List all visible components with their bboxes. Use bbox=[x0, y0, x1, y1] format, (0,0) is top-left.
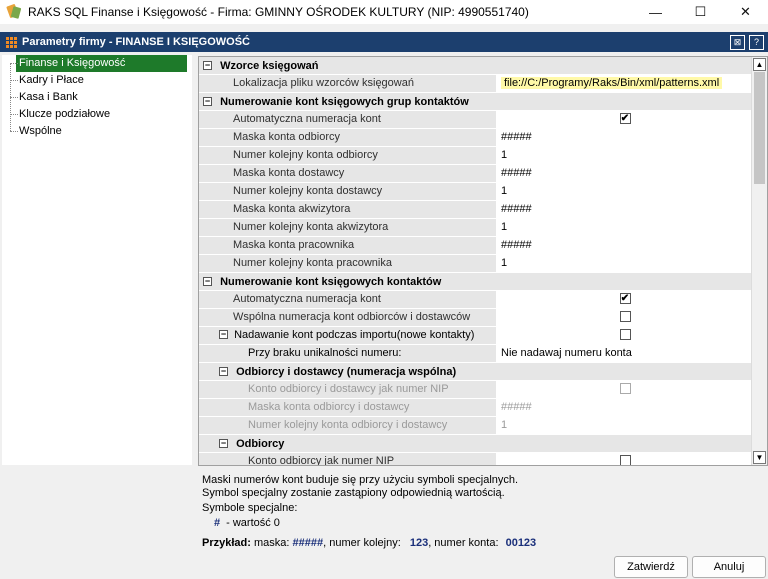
category-wzorce[interactable]: − Wzorce księgowań bbox=[199, 57, 753, 75]
property-row: Maska konta odbiorcy i dostawcy ##### bbox=[199, 399, 753, 417]
collapse-icon[interactable]: − bbox=[203, 60, 212, 70]
checkbox-disabled bbox=[619, 382, 631, 394]
tree-item-klucze[interactable]: Klucze podziałowe bbox=[2, 106, 192, 123]
property-row[interactable]: Numer kolejny konta dostawcy 1 bbox=[199, 183, 753, 201]
property-row[interactable]: Maska konta pracownika ##### bbox=[199, 237, 753, 255]
checkbox-unchecked[interactable] bbox=[619, 328, 631, 340]
category-numerowanie-grup[interactable]: − Numerowanie kont księgowych grup konta… bbox=[199, 93, 753, 111]
calculator-icon[interactable]: ⊠ bbox=[730, 34, 745, 50]
collapse-icon[interactable]: − bbox=[203, 96, 212, 106]
mask-example: Przykład: maska: #####, numer kolejny: 1… bbox=[202, 537, 537, 549]
property-row[interactable]: Wspólna numeracja kont odbiorców i dosta… bbox=[199, 309, 753, 327]
subcategory-odbiorcy-dostawcy[interactable]: − Odbiorcy i dostawcy (numeracja wspólna… bbox=[199, 363, 753, 381]
collapse-icon[interactable]: − bbox=[219, 329, 228, 339]
app-logo-icon bbox=[6, 3, 22, 20]
collapse-icon[interactable]: − bbox=[219, 438, 228, 448]
category-numerowanie-kontaktow[interactable]: − Numerowanie kont księgowych kontaktów bbox=[199, 273, 753, 291]
confirm-button[interactable]: Zatwierdź bbox=[614, 556, 688, 578]
collapse-icon[interactable]: − bbox=[219, 366, 228, 376]
property-row[interactable]: Maska konta dostawcy ##### bbox=[199, 165, 753, 183]
vertical-scrollbar[interactable]: ▲ ▼ bbox=[751, 57, 767, 465]
property-row[interactable]: Automatyczna numeracja kont ✔ bbox=[199, 291, 753, 309]
patterns-path-value: file://C:/Programy/Raks/Bin/xml/patterns… bbox=[501, 77, 723, 89]
symbol-legend: # - wartość 0 bbox=[214, 517, 280, 529]
help-icon[interactable]: ? bbox=[749, 34, 764, 50]
property-row: Numer kolejny konta odbiorcy i dostawcy … bbox=[199, 417, 753, 435]
collapse-icon[interactable]: − bbox=[203, 276, 212, 286]
grid-icon bbox=[6, 36, 17, 48]
property-grid: − Wzorce księgowań Lokalizacja pliku wzo… bbox=[198, 56, 768, 466]
property-row[interactable]: Maska konta akwizytora ##### bbox=[199, 201, 753, 219]
property-row[interactable]: Numer kolejny konta pracownika 1 bbox=[199, 255, 753, 273]
checkbox-unchecked[interactable] bbox=[619, 310, 631, 322]
scroll-up-icon[interactable]: ▲ bbox=[753, 58, 766, 71]
window-title: RAKS SQL Finanse i Księgowość - Firma: G… bbox=[28, 5, 529, 19]
property-row[interactable]: Konto odbiorcy jak numer NIP bbox=[199, 453, 753, 465]
dialog-title: Parametry firmy - FINANSE I KSIĘGOWOŚĆ bbox=[22, 36, 250, 48]
property-row[interactable]: Lokalizacja pliku wzorców księgowań file… bbox=[199, 75, 753, 93]
tree-item-finanse[interactable]: Finanse i Księgowość bbox=[2, 55, 192, 72]
scroll-down-icon[interactable]: ▼ bbox=[753, 451, 766, 464]
checkbox-unchecked[interactable] bbox=[619, 454, 631, 465]
tree-item-kadry[interactable]: Kadry i Płace bbox=[2, 72, 192, 89]
cancel-button[interactable]: Anuluj bbox=[692, 556, 766, 578]
close-button[interactable]: ✕ bbox=[723, 0, 768, 24]
minimize-button[interactable]: — bbox=[633, 0, 678, 24]
property-row: Konto odbiorcy i dostawcy jak numer NIP bbox=[199, 381, 753, 399]
subcategory-import[interactable]: − Nadawanie kont podczas importu(nowe ko… bbox=[199, 327, 753, 345]
maximize-button[interactable]: ☐ bbox=[678, 0, 723, 24]
property-row[interactable]: Przy braku unikalności numeru: Nie nadaw… bbox=[199, 345, 753, 363]
property-row[interactable]: Numer kolejny konta odbiorcy 1 bbox=[199, 147, 753, 165]
property-row[interactable]: Numer kolejny konta akwizytora 1 bbox=[199, 219, 753, 237]
checkbox-checked[interactable]: ✔ bbox=[619, 112, 631, 124]
scroll-thumb[interactable] bbox=[754, 72, 765, 184]
property-row[interactable]: Maska konta odbiorcy ##### bbox=[199, 129, 753, 147]
subcategory-odbiorcy[interactable]: − Odbiorcy bbox=[199, 435, 753, 453]
tree-item-kasa[interactable]: Kasa i Bank bbox=[2, 89, 192, 106]
dialog-header: Parametry firmy - FINANSE I KSIĘGOWOŚĆ ⊠… bbox=[0, 32, 768, 52]
window-titlebar: RAKS SQL Finanse i Księgowość - Firma: G… bbox=[0, 0, 768, 24]
property-row[interactable]: Automatyczna numeracja kont ✔ bbox=[199, 111, 753, 129]
help-description: Maski numerów kont buduje się przy użyci… bbox=[202, 474, 762, 530]
tree-item-wspolne[interactable]: Wspólne bbox=[2, 123, 192, 140]
checkbox-checked[interactable]: ✔ bbox=[619, 292, 631, 304]
settings-tree: Finanse i Księgowość Kadry i Płace Kasa … bbox=[2, 55, 192, 465]
